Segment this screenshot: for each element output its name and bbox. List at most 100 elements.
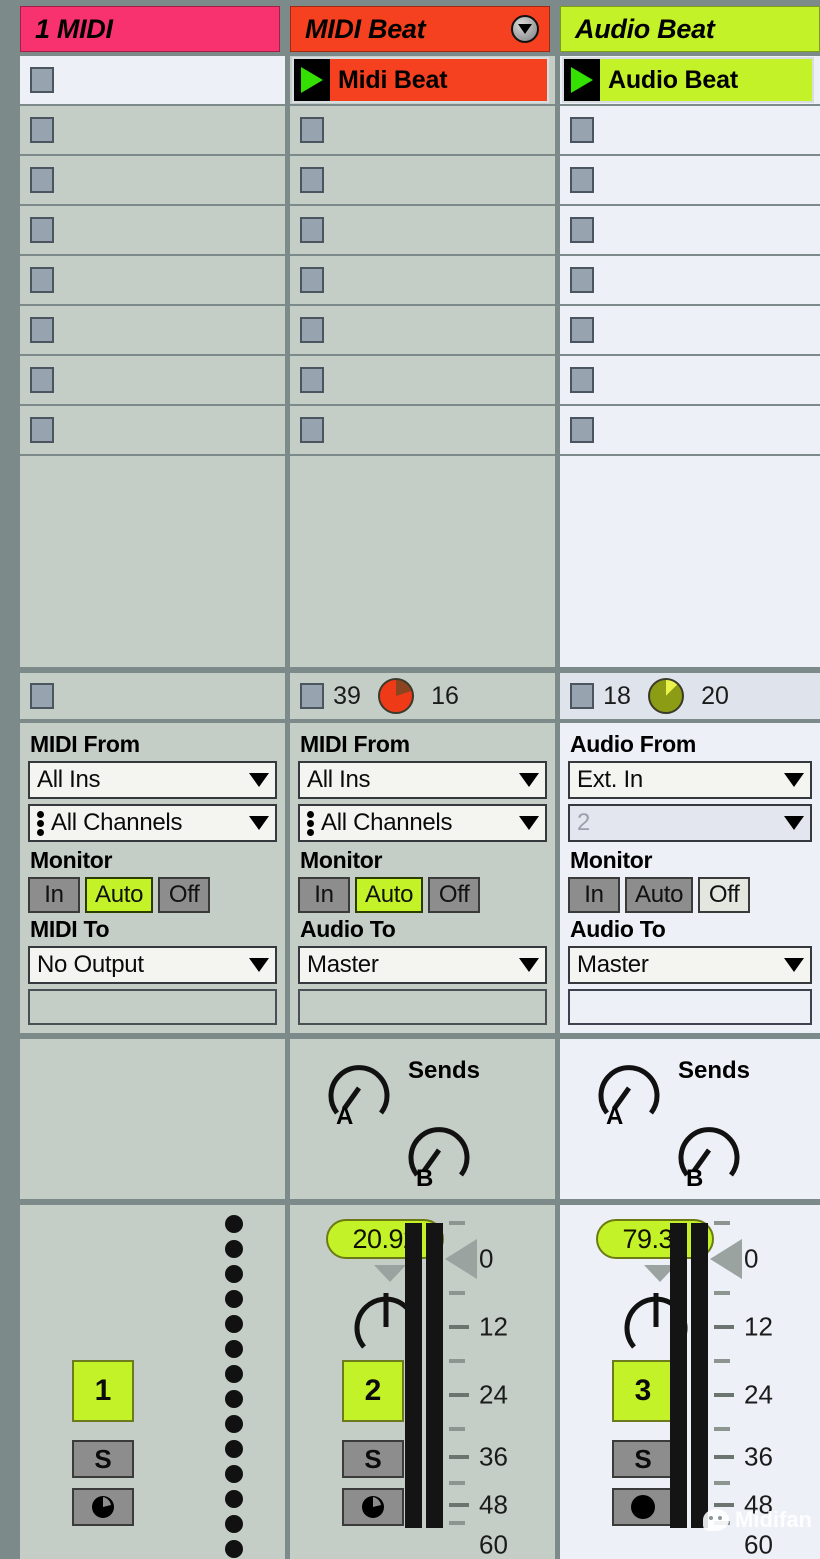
clip-slot[interactable] [20, 406, 285, 456]
solo-button[interactable]: S [342, 1440, 404, 1478]
stop-clip-icon[interactable] [30, 417, 54, 443]
stop-clip-icon[interactable] [30, 117, 54, 143]
track-activator-button[interactable]: 1 [72, 1360, 134, 1422]
solo-button[interactable]: S [72, 1440, 134, 1478]
record-arm-midi-icon[interactable] [342, 1488, 404, 1526]
volume-fader-and-meter[interactable]: 0 12 24 36 48 60 [405, 1215, 545, 1559]
chevron-down-icon[interactable] [511, 15, 539, 43]
db-label: 60 [479, 1529, 508, 1559]
solo-button[interactable]: S [612, 1440, 674, 1478]
stop-clip-icon[interactable] [300, 367, 324, 393]
stop-clip-icon[interactable] [30, 217, 54, 243]
send-a-knob[interactable]: A [592, 1051, 666, 1130]
monitor-auto-button[interactable]: Auto [625, 877, 694, 913]
input-channel-chooser[interactable]: 2 [568, 804, 812, 842]
monitor-in-button[interactable]: In [298, 877, 350, 913]
stop-clip-icon[interactable] [570, 367, 594, 393]
clip-drop-area[interactable] [20, 456, 285, 667]
monitor-in-button[interactable]: In [568, 877, 620, 913]
stop-clip-icon[interactable] [300, 417, 324, 443]
output-target-chooser[interactable]: No Output [28, 946, 277, 984]
clip-slot[interactable] [20, 156, 285, 206]
stop-clip-icon[interactable] [300, 117, 324, 143]
play-icon[interactable] [564, 59, 600, 101]
clip-slot[interactable] [560, 256, 820, 306]
stop-clip-icon[interactable] [30, 317, 54, 343]
clip-slot[interactable] [290, 106, 555, 156]
input-channel-chooser[interactable]: All Channels [28, 804, 277, 842]
clip-slot[interactable] [20, 256, 285, 306]
output-channel-chooser[interactable] [568, 989, 812, 1025]
play-icon[interactable] [294, 59, 330, 101]
input-source-chooser[interactable]: Ext. In [568, 761, 812, 799]
clip-slot[interactable] [20, 206, 285, 256]
monitor-off-button[interactable]: Off [698, 877, 751, 913]
volume-fader-handle[interactable] [445, 1239, 477, 1279]
clip-slot[interactable] [290, 406, 555, 456]
stop-clip-icon[interactable] [570, 417, 594, 443]
monitor-off-button[interactable]: Off [428, 877, 481, 913]
clip-slot[interactable] [560, 206, 820, 256]
stop-clip-icon[interactable] [570, 167, 594, 193]
input-source-chooser[interactable]: All Ins [28, 761, 277, 799]
clip-slot[interactable] [20, 106, 285, 156]
stop-all-clips-icon[interactable] [570, 683, 594, 709]
stop-all-clips-icon[interactable] [30, 683, 54, 709]
clip-slot[interactable] [560, 106, 820, 156]
clip-slot[interactable] [290, 156, 555, 206]
clip-slot[interactable]: Midi Beat [290, 56, 555, 106]
stop-clip-icon[interactable] [30, 267, 54, 293]
volume-fader-and-meter[interactable]: 0 12 24 36 48 60 [670, 1215, 810, 1559]
clip-slot[interactable] [560, 156, 820, 206]
clip-midi-beat[interactable]: Midi Beat [292, 57, 549, 103]
stop-clip-icon[interactable] [570, 267, 594, 293]
stop-clip-icon[interactable] [300, 217, 324, 243]
clip-drop-area[interactable] [290, 456, 555, 667]
input-channel-chooser[interactable]: All Channels [298, 804, 547, 842]
output-target-chooser[interactable]: Master [298, 946, 547, 984]
track-header-3[interactable]: Audio Beat [560, 6, 820, 52]
monitor-in-button[interactable]: In [28, 877, 80, 913]
clip-slot[interactable] [290, 306, 555, 356]
clip-slot[interactable]: Audio Beat [560, 56, 820, 106]
clip-slot[interactable] [20, 356, 285, 406]
stop-clip-icon[interactable] [300, 317, 324, 343]
clip-audio-beat[interactable]: Audio Beat [562, 57, 814, 103]
monitor-off-button[interactable]: Off [158, 877, 211, 913]
track-header-2[interactable]: MIDI Beat [290, 6, 550, 52]
record-arm-midi-icon[interactable] [72, 1488, 134, 1526]
volume-fader-handle[interactable] [710, 1239, 742, 1279]
stop-all-clips-icon[interactable] [300, 683, 324, 709]
clip-slot[interactable] [290, 206, 555, 256]
clip-slot[interactable] [560, 306, 820, 356]
track-header-1[interactable]: 1 MIDI [20, 6, 280, 52]
monitor-auto-button[interactable]: Auto [85, 877, 154, 913]
clip-slot[interactable] [20, 56, 285, 106]
track-activator-button[interactable]: 3 [612, 1360, 674, 1422]
clip-slot[interactable] [290, 356, 555, 406]
output-channel-chooser[interactable] [28, 989, 277, 1025]
stop-clip-icon[interactable] [570, 317, 594, 343]
output-target-chooser[interactable]: Master [568, 946, 812, 984]
stop-clip-icon[interactable] [30, 167, 54, 193]
stop-clip-icon[interactable] [300, 267, 324, 293]
output-channel-chooser[interactable] [298, 989, 547, 1025]
meter-bar-left [405, 1223, 422, 1528]
monitor-auto-button[interactable]: Auto [355, 877, 424, 913]
send-b-knob[interactable]: B [402, 1113, 476, 1192]
stop-clip-icon[interactable] [30, 67, 54, 93]
clip-slot[interactable] [560, 406, 820, 456]
clip-slot[interactable] [290, 256, 555, 306]
stop-clip-icon[interactable] [300, 167, 324, 193]
input-source-chooser[interactable]: All Ins [298, 761, 547, 799]
send-b-knob[interactable]: B [672, 1113, 746, 1192]
stop-clip-icon[interactable] [570, 217, 594, 243]
record-arm-audio-icon[interactable] [612, 1488, 674, 1526]
stop-clip-icon[interactable] [570, 117, 594, 143]
send-a-knob[interactable]: A [322, 1051, 396, 1130]
track-activator-button[interactable]: 2 [342, 1360, 404, 1422]
clip-drop-area[interactable] [560, 456, 820, 667]
clip-slot[interactable] [560, 356, 820, 406]
clip-slot[interactable] [20, 306, 285, 356]
stop-clip-icon[interactable] [30, 367, 54, 393]
